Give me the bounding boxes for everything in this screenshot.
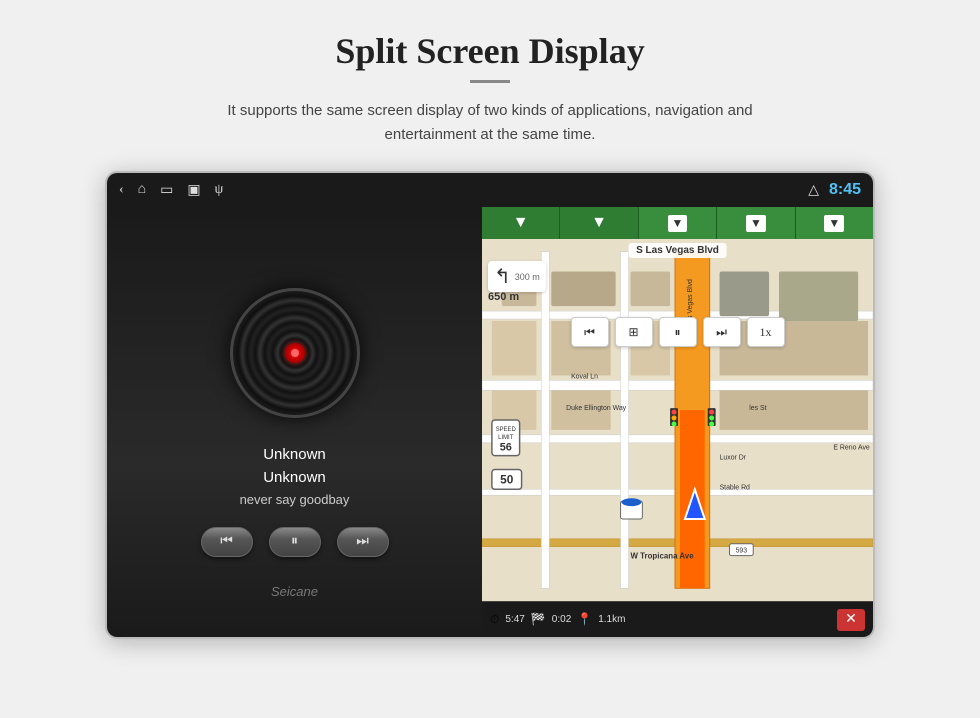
map-pause-button[interactable]: ⏸ — [659, 317, 697, 347]
close-icon: ✕ — [845, 611, 857, 628]
svg-text:SPEED: SPEED — [496, 427, 516, 433]
arrow-section-4: ▼ — [717, 207, 795, 239]
title-divider — [470, 80, 510, 83]
map-menu-icon: ⊞ — [628, 325, 638, 340]
page-title: Split Screen Display — [335, 30, 644, 72]
prev-icon: ⏮ — [220, 534, 233, 550]
map-next-icon: ⏭ — [716, 325, 727, 340]
svg-text:W Tropicana Ave: W Tropicana Ave — [630, 552, 694, 561]
status-bar: ‹ ⌂ ▭ ▣ ψ △ 8:45 — [107, 173, 873, 207]
arrow-section-2: ▼ — [560, 207, 638, 239]
down-arrow-1: ▼ — [513, 214, 529, 232]
down-arrow-5: ▼ — [824, 215, 844, 232]
svg-text:Luxor Dr: Luxor Dr — [720, 455, 747, 462]
music-panel: Unknown Unknown never say goodbay ⏮ ⏸ ⏭ … — [107, 207, 482, 637]
svg-text:Duke Ellington Way: Duke Ellington Way — [566, 405, 627, 412]
nav-close-button[interactable]: ✕ — [837, 609, 865, 631]
watermark: Seicane — [271, 584, 318, 599]
svg-text:56: 56 — [500, 442, 512, 454]
play-pause-icon: ⏸ — [291, 534, 298, 550]
clock-icon: ⏱ — [490, 612, 499, 627]
svg-text:les St: les St — [749, 405, 766, 412]
svg-text:Stable Rd: Stable Rd — [720, 484, 750, 491]
music-controls: ⏮ ⏸ ⏭ — [201, 527, 389, 557]
back-icon[interactable]: ‹ — [119, 182, 124, 198]
turn-arrow-icon: ↰ — [494, 264, 511, 289]
status-time: 8:45 — [829, 181, 861, 199]
nav-time2: 0:02 — [552, 614, 571, 625]
map-speed-label: 1x — [760, 325, 772, 340]
map-speed-button[interactable]: 1x — [747, 317, 785, 347]
turn-distance-text: 300 m — [515, 272, 540, 282]
gallery-icon[interactable]: ▣ — [187, 182, 200, 199]
svg-text:Koval Ln: Koval Ln — [571, 373, 598, 380]
street-name-overlay: S Las Vegas Blvd — [628, 243, 727, 258]
svg-text:593: 593 — [736, 548, 748, 555]
nav-distance: 1.1km — [598, 614, 625, 625]
map-prev-button[interactable]: ⏮ — [571, 317, 609, 347]
svg-text:50: 50 — [500, 472, 514, 486]
map-menu-button[interactable]: ⊞ — [615, 317, 653, 347]
map-area: S Las Vegas Blvd Koval Ln Duke Ellington… — [482, 239, 873, 601]
down-arrow-4: ▼ — [746, 215, 766, 232]
notification-icon: △ — [808, 182, 819, 199]
status-nav-icons: ‹ ⌂ ▭ ▣ ψ — [119, 182, 794, 199]
vinyl-disc — [230, 288, 360, 418]
usb-icon[interactable]: ψ — [215, 182, 224, 198]
page-subtitle: It supports the same screen display of t… — [210, 99, 770, 147]
status-right-icons: △ 8:45 — [808, 181, 861, 199]
next-button[interactable]: ⏭ — [337, 527, 389, 557]
track-album: never say goodbay — [240, 492, 350, 507]
split-screen: Unknown Unknown never say goodbay ⏮ ⏸ ⏭ … — [107, 207, 873, 637]
next-icon: ⏭ — [356, 534, 369, 550]
track-info: Unknown Unknown never say goodbay — [240, 446, 350, 507]
map-svg: S Las Vegas Blvd Koval Ln Duke Ellington… — [482, 239, 873, 601]
arrow-section-1: ▼ — [482, 207, 560, 239]
play-pause-button[interactable]: ⏸ — [269, 527, 321, 557]
svg-text:LIMIT: LIMIT — [498, 435, 514, 441]
recent-apps-icon[interactable]: ▭ — [160, 182, 173, 199]
nav-time1: 5:47 — [505, 614, 524, 625]
down-arrow-active: ▼ — [668, 215, 688, 232]
down-arrow-2: ▼ — [591, 214, 607, 232]
svg-text:E Reno Ave: E Reno Ave — [833, 445, 870, 452]
flag-icon: 🏁 — [531, 612, 546, 627]
prev-button[interactable]: ⏮ — [201, 527, 253, 557]
media-controls-overlay: ⏮ ⊞ ⏸ ⏭ 1x — [490, 317, 865, 347]
track-artist: Unknown — [240, 469, 350, 486]
nav-arrows-bar: ▼ ▼ ▼ ▼ ▼ — [482, 207, 873, 239]
arrow-section-5: ▼ — [796, 207, 873, 239]
track-title: Unknown — [240, 446, 350, 463]
home-icon[interactable]: ⌂ — [138, 182, 146, 198]
svg-text:15: 15 — [627, 506, 636, 515]
arrow-section-3: ▼ — [639, 207, 717, 239]
nav-bottom-bar: ⏱ 5:47 🏁 0:02 📍 1.1km ✕ — [482, 601, 873, 637]
map-pause-icon: ⏸ — [674, 325, 680, 340]
map-prev-icon: ⏮ — [584, 325, 595, 340]
distance-icon: 📍 — [577, 612, 592, 627]
map-next-button[interactable]: ⏭ — [703, 317, 741, 347]
nav-panel: ▼ ▼ ▼ ▼ ▼ — [482, 207, 873, 637]
side-distance: 650 m — [488, 291, 519, 303]
turn-instruction: ↰ 300 m — [488, 261, 546, 292]
device-frame: ‹ ⌂ ▭ ▣ ψ △ 8:45 Unknown Unknown never s… — [105, 171, 875, 639]
